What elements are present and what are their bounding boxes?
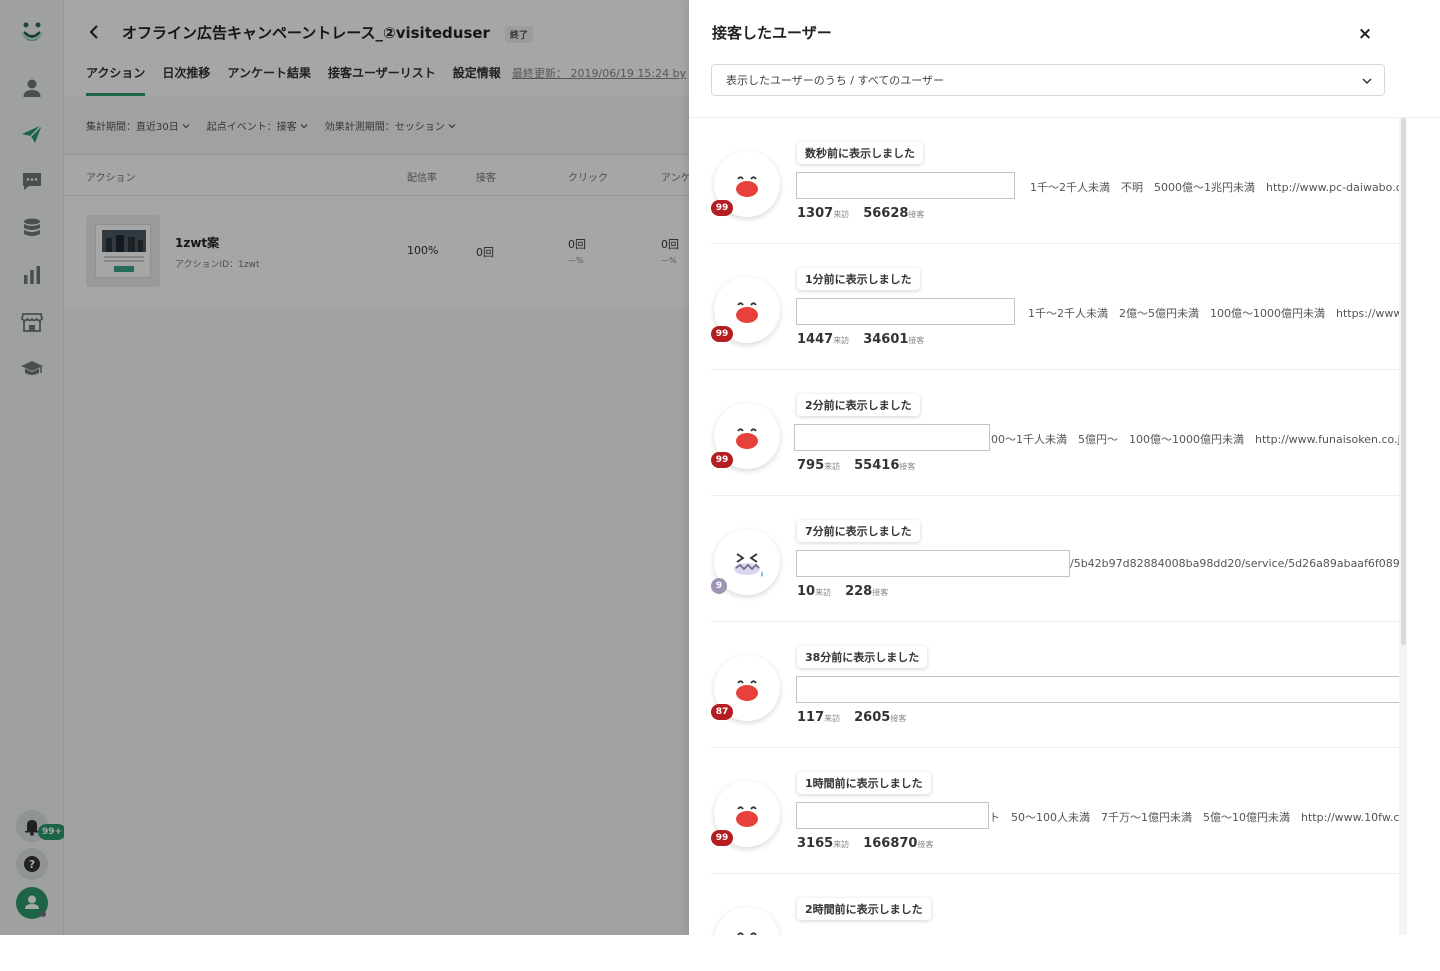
user-score-badge: 9 <box>711 578 727 594</box>
user-card[interactable]: 2時間前に表示しました <box>711 874 1399 935</box>
visit-unit: 来訪 <box>824 462 841 471</box>
shown-time-label: 2分前に表示しました <box>797 394 920 416</box>
engage-count: 34601 <box>863 332 909 347</box>
visit-unit: 来訪 <box>833 840 850 849</box>
page-bottom-margin <box>0 935 1440 971</box>
user-card[interactable]: 99 数秒前に表示しました 1千〜2千人未満 不明 5000億〜1兆円未満 ht… <box>711 118 1399 244</box>
user-score-badge: 99 <box>711 452 733 468</box>
engage-unit: 接客 <box>908 210 925 219</box>
engage-count: 2605 <box>854 710 891 725</box>
user-filter-value: 表示したユーザーのうち / すべてのユーザー <box>726 74 945 87</box>
engage-count: 228 <box>845 584 873 599</box>
user-score-badge: 99 <box>711 830 733 846</box>
visit-count: 117 <box>797 710 825 725</box>
user-card[interactable]: 99 2分前に表示しました 00〜1千人未満 5億円〜 100億〜1000億円未… <box>711 370 1399 496</box>
visit-count: 795 <box>797 458 825 473</box>
engage-unit: 接客 <box>917 840 934 849</box>
engage-unit: 接客 <box>890 714 907 723</box>
user-name-field <box>796 550 1070 577</box>
shown-time-label: 38分前に表示しました <box>797 646 928 668</box>
user-stats: 3165来訪 166870接客 <box>797 832 947 851</box>
panel-title: 接客したユーザー <box>712 24 832 42</box>
visit-count: 1447 <box>797 332 834 347</box>
visit-unit: 来訪 <box>824 714 841 723</box>
engage-count: 166870 <box>863 836 918 851</box>
user-stats: 1307来訪 56628接客 <box>797 202 938 221</box>
close-icon[interactable]: × <box>1354 23 1376 45</box>
visit-count: 3165 <box>797 836 834 851</box>
shown-time-label: 7分前に表示しました <box>797 520 920 542</box>
user-attributes: 1千〜2千人未満 2億〜5億円未満 100億〜1000億円未満 https://… <box>1028 307 1399 320</box>
shown-time-label: 1時間前に表示しました <box>797 772 931 794</box>
user-attributes: 1千〜2千人未満 不明 5000億〜1兆円未満 http://www.pc-da… <box>1030 181 1399 194</box>
visit-unit: 来訪 <box>833 210 850 219</box>
chevron-down-icon <box>1362 78 1372 85</box>
shown-time-label: 1分前に表示しました <box>797 268 920 290</box>
user-name-field <box>796 802 989 829</box>
shown-time-label: 2時間前に表示しました <box>797 898 931 920</box>
user-stats: 1447来訪 34601接客 <box>797 328 938 347</box>
user-list: 99 数秒前に表示しました 1千〜2千人未満 不明 5000億〜1兆円未満 ht… <box>689 118 1399 935</box>
user-card[interactable]: 99 1時間前に表示しました ト 50〜100人未満 7千万〜1億円未満 5億〜… <box>711 748 1399 874</box>
user-name-field <box>796 676 1399 703</box>
user-score-badge: 99 <box>711 326 733 342</box>
user-card[interactable]: 87 38分前に表示しました 117来訪 2605接客 <box>711 622 1399 748</box>
user-stats: 795来訪 55416接客 <box>797 454 929 473</box>
engage-count: 56628 <box>863 206 909 221</box>
user-score-badge: 99 <box>711 200 733 216</box>
user-attributes: 00〜1千人未満 5億円〜 100億〜1000億円未満 http://www.f… <box>991 433 1399 446</box>
engaged-users-panel: 接客したユーザー × 表示したユーザーのうち / すべてのユーザー 99 数秒前… <box>689 0 1440 935</box>
user-score-badge: 87 <box>711 704 733 720</box>
engage-unit: 接客 <box>872 588 889 597</box>
user-name-field <box>794 424 990 451</box>
scrollbar-thumb[interactable] <box>1401 118 1406 645</box>
visit-count: 10 <box>797 584 816 599</box>
visit-unit: 来訪 <box>833 336 850 345</box>
user-attributes: /5b42b97d82884008ba98dd20/service/5d26a8… <box>1070 557 1399 570</box>
face-happy-icon <box>714 907 780 935</box>
user-filter-select[interactable]: 表示したユーザーのうち / すべてのユーザー <box>711 64 1385 96</box>
user-stats: 117来訪 2605接客 <box>797 706 920 725</box>
visit-unit: 来訪 <box>815 588 832 597</box>
user-card[interactable]: 9 7分前に表示しました /5b42b97d82884008ba98dd20/s… <box>711 496 1399 622</box>
visit-count: 1307 <box>797 206 834 221</box>
engage-unit: 接客 <box>908 336 925 345</box>
user-attributes: ト 50〜100人未満 7千万〜1億円未満 5億〜10億円未満 http://w… <box>989 811 1399 824</box>
engage-unit: 接客 <box>899 462 916 471</box>
user-card[interactable]: 99 1分前に表示しました 1千〜2千人未満 2億〜5億円未満 100億〜100… <box>711 244 1399 370</box>
user-stats: 10来訪 228接客 <box>797 580 902 599</box>
engage-count: 55416 <box>854 458 900 473</box>
user-name-field <box>796 298 1015 325</box>
modal-backdrop[interactable] <box>0 0 690 935</box>
shown-time-label: 数秒前に表示しました <box>797 142 923 164</box>
app: 99+ ? オフライン広告キャンペーントレース_②visiteduser 終了 … <box>0 0 1440 971</box>
user-name-field <box>796 172 1015 199</box>
